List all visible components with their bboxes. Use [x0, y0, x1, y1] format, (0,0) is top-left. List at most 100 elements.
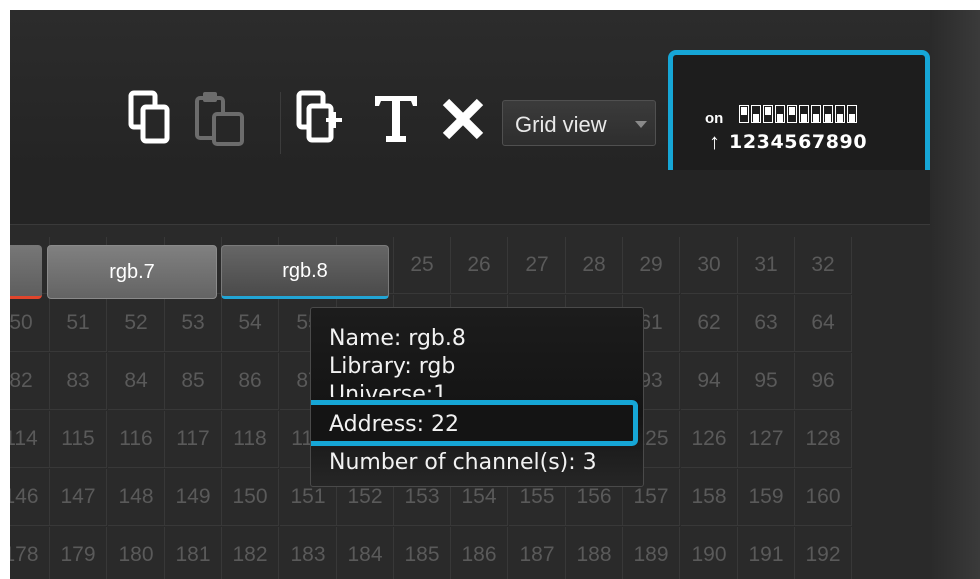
add-fixture-icon[interactable] — [296, 90, 346, 151]
dip-switch-10 — [847, 105, 857, 123]
grid-cell[interactable]: 86 — [222, 353, 279, 410]
grid-cell[interactable]: 146 — [10, 469, 50, 526]
fixture-rgb-8[interactable]: rgb.8 — [221, 245, 389, 299]
grid-cell[interactable]: 189 — [623, 527, 680, 579]
view-select-value: Grid view — [515, 112, 607, 137]
dip-switch-knob — [849, 114, 855, 122]
grid-cell[interactable]: 64 — [795, 295, 852, 352]
grid-cell[interactable]: 159 — [738, 469, 795, 526]
dip-switch-5 — [787, 105, 797, 123]
dip-switch-knob — [813, 114, 819, 122]
dip-switch-4 — [775, 105, 785, 123]
grid-cell[interactable]: 82 — [10, 353, 50, 410]
grid-cell[interactable]: 31 — [738, 237, 795, 294]
fixture-rgb-7[interactable]: rgb.7 — [47, 245, 217, 299]
grid-cell[interactable]: 63 — [738, 295, 795, 352]
grid-cell[interactable]: 185 — [394, 527, 451, 579]
grid-cell[interactable]: 191 — [738, 527, 795, 579]
grid-cell[interactable]: 190 — [681, 527, 738, 579]
tooltip-name: Name: rgb.8 — [329, 326, 466, 351]
dip-switch-8 — [823, 105, 833, 123]
grid-cell[interactable]: 62 — [681, 295, 738, 352]
grid-cell[interactable]: 96 — [795, 353, 852, 410]
grid-cell[interactable]: 29 — [623, 237, 680, 294]
grid-cell[interactable]: 148 — [108, 469, 165, 526]
grid-cell[interactable]: 147 — [50, 469, 107, 526]
grid-cell[interactable]: 184 — [337, 527, 394, 579]
grid-cell[interactable]: 150 — [222, 469, 279, 526]
arrow-up-icon: ↑ — [709, 129, 720, 154]
dip-switch-knob — [741, 107, 747, 115]
grid-cell[interactable]: 26 — [451, 237, 508, 294]
address-highlight: Address: 22 — [311, 400, 638, 446]
grid-cell[interactable]: 32 — [795, 237, 852, 294]
toolbar-separator — [280, 92, 281, 154]
fixture-partial[interactable] — [10, 245, 42, 299]
grid-cell[interactable]: 114 — [10, 411, 50, 468]
grid-cell[interactable]: 126 — [681, 411, 738, 468]
grid-cell[interactable]: 180 — [108, 527, 165, 579]
grid-cell[interactable]: 84 — [108, 353, 165, 410]
fixture-tooltip: Name: rgb.8 Library: rgb Universe:1 Numb… — [310, 307, 644, 487]
grid-cell[interactable]: 160 — [795, 469, 852, 526]
grid-cell[interactable]: 117 — [165, 411, 222, 468]
tooltip-universe: Universe:1 — [329, 382, 448, 397]
grid-cell[interactable]: 128 — [795, 411, 852, 468]
grid-cell[interactable]: 116 — [108, 411, 165, 468]
grid-cell[interactable]: 50 — [10, 295, 50, 352]
dip-switch-panel: on ↑ 1234567890 — [668, 50, 930, 184]
dip-switch-3 — [763, 105, 773, 123]
grid-cell[interactable]: 182 — [222, 527, 279, 579]
fixture-label: rgb.7 — [109, 260, 155, 283]
text-icon[interactable] — [372, 90, 420, 151]
dip-numbers: 1234567890 — [729, 131, 868, 153]
copy-icon[interactable] — [128, 90, 172, 151]
grid-cell[interactable]: 83 — [50, 353, 107, 410]
dip-switch-7 — [811, 105, 821, 123]
grid-cell[interactable]: 52 — [108, 295, 165, 352]
grid-cell[interactable]: 187 — [509, 527, 566, 579]
tooltip-library: Library: rgb — [329, 354, 456, 379]
grid-cell[interactable]: 158 — [681, 469, 738, 526]
dip-switch-9 — [835, 105, 845, 123]
grid-cell[interactable]: 192 — [795, 527, 852, 579]
grid-cell[interactable]: 54 — [222, 295, 279, 352]
fixture-label: rgb.8 — [282, 259, 328, 282]
grid-cell[interactable]: 183 — [280, 527, 337, 579]
grid-cell[interactable]: 85 — [165, 353, 222, 410]
dip-switch-knob — [777, 114, 783, 122]
grid-cell[interactable]: 181 — [165, 527, 222, 579]
grid-cell[interactable]: 30 — [681, 237, 738, 294]
view-select[interactable]: Grid view — [502, 100, 656, 146]
dip-switch-6 — [799, 105, 809, 123]
tooltip-channels: Number of channel(s): 3 — [329, 450, 597, 475]
app-window: Grid view on ↑ 1234567890 25 26 27 28 29 30 31… — [10, 10, 980, 579]
dip-switch-2 — [751, 105, 761, 123]
grid-cell[interactable]: 27 — [509, 237, 566, 294]
dip-switch-knob — [837, 114, 843, 122]
grid-cell[interactable]: 95 — [738, 353, 795, 410]
dip-switches — [739, 105, 857, 123]
grid-cell[interactable]: 115 — [50, 411, 107, 468]
grid-cell[interactable]: 51 — [50, 295, 107, 352]
sub-toolbar — [10, 170, 930, 225]
grid-cell[interactable]: 178 — [10, 527, 50, 579]
grid-cell[interactable]: 188 — [566, 527, 623, 579]
dip-switch-knob — [765, 107, 771, 115]
dip-switch-knob — [825, 114, 831, 122]
grid-cell[interactable]: 118 — [222, 411, 279, 468]
grid-cell[interactable]: 149 — [165, 469, 222, 526]
grid-cell[interactable]: 25 — [394, 237, 451, 294]
dip-switch-knob — [801, 114, 807, 122]
tooltip-address: Address: 22 — [329, 412, 460, 437]
paste-icon[interactable] — [194, 88, 246, 153]
grid-cell[interactable]: 53 — [165, 295, 222, 352]
grid-cell[interactable]: 179 — [50, 527, 107, 579]
grid-cell[interactable]: 186 — [451, 527, 508, 579]
dip-switch-knob — [753, 114, 759, 122]
dip-switch-1 — [739, 105, 749, 123]
delete-icon[interactable] — [440, 96, 486, 147]
grid-cell[interactable]: 127 — [738, 411, 795, 468]
grid-cell[interactable]: 94 — [681, 353, 738, 410]
grid-cell[interactable]: 28 — [566, 237, 623, 294]
